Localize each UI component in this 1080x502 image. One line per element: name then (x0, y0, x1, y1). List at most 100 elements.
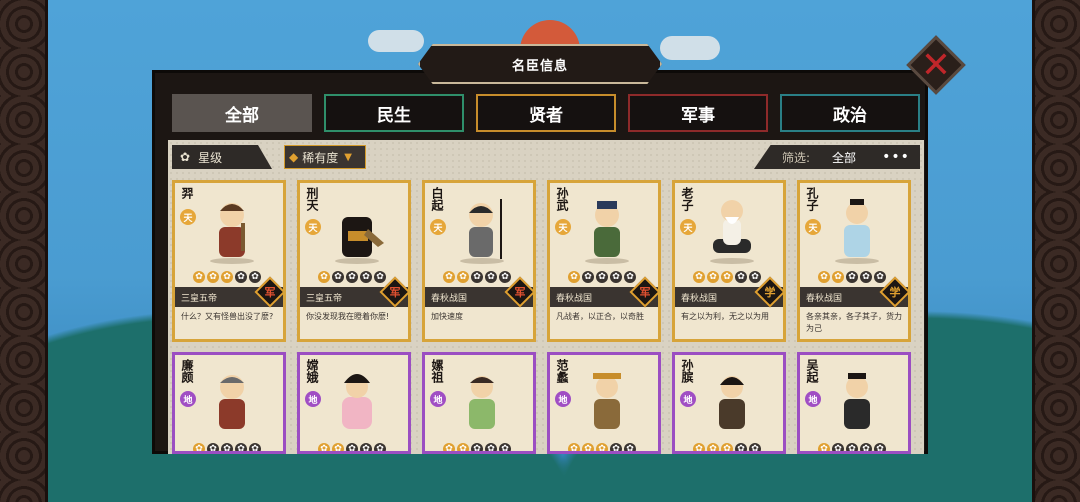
type-label: 军 (514, 286, 526, 299)
card-name: 嫘祖 (430, 359, 444, 383)
star-icon: ✿ (457, 271, 469, 283)
portrait-image (710, 200, 754, 264)
minister-card[interactable]: 羿 天 ✿ ✿ ✿ ✿ ✿ 三皇五帝 军 什么？又有怪兽出没了麽? (172, 180, 286, 342)
tab-all[interactable]: 全部 (172, 94, 312, 132)
card-name: 嫦娥 (305, 359, 319, 383)
star-icon: ✿ (624, 271, 636, 283)
star-icon: ✿ (360, 443, 372, 451)
star-icon: ✿ (582, 271, 594, 283)
filter-label: 筛选: (782, 150, 811, 165)
rank-badge: 地 (305, 391, 321, 407)
star-rating: ✿ ✿ ✿ ✿ ✿ (443, 271, 511, 283)
portrait-image (210, 203, 254, 264)
star-icon: ✿ (443, 271, 455, 283)
star-icon: ✿ (721, 443, 733, 451)
star-sort-label: 星级 (198, 150, 223, 165)
page-title: 名臣信息 (418, 44, 662, 84)
star-icon: ✿ (374, 271, 386, 283)
star-icon: ✿ (749, 271, 761, 283)
minister-card[interactable]: 老子 天 ✿ ✿ ✿ ✿ ✿ 春秋战国 学 有之以为利，无之以为用 (672, 180, 786, 342)
card-quote: 凡战者，以正合，以奇胜 (556, 312, 644, 321)
star-icon: ✿ (874, 271, 886, 283)
rank-badge: 天 (555, 219, 571, 235)
card-quote: 各亲其亲，各子其子，货力为己 (806, 312, 902, 333)
star-icon: ✿ (860, 443, 872, 451)
card-name: 廉颇 (180, 359, 194, 383)
star-icon: ✿ (318, 271, 330, 283)
left-border-pattern (0, 0, 48, 502)
star-icon: ✿ (499, 443, 511, 451)
star-icon: ✿ (499, 271, 511, 283)
filter-value: 全部 (832, 150, 857, 165)
star-icon: ✿ (707, 443, 719, 451)
rank-badge: 天 (430, 219, 446, 235)
star-icon: ✿ (485, 443, 497, 451)
star-rating: ✿ ✿ ✿ ✿ ✿ (818, 271, 886, 283)
star-rating: ✿ ✿ ✿ ✿ ✿ (693, 443, 761, 451)
rarity-sort-button[interactable]: ◆ 稀有度 ▼ (284, 145, 366, 169)
tab-politics[interactable]: 政治 (780, 94, 920, 132)
portrait-image (469, 376, 495, 429)
star-icon: ✿ (596, 443, 608, 451)
tab-sages[interactable]: 贤者 (476, 94, 616, 132)
rank-badge: 天 (180, 209, 196, 225)
star-icon: ✿ (846, 271, 858, 283)
star-rating: ✿ ✿ ✿ ✿ ✿ (318, 271, 386, 283)
tab-military[interactable]: 军事 (628, 94, 768, 132)
star-rating: ✿ ✿ ✿ ✿ ✿ (568, 271, 636, 283)
type-label: 军 (264, 286, 276, 299)
portrait-image (342, 374, 372, 429)
star-icon: ✿ (221, 443, 233, 451)
star-icon: ✿ (235, 443, 247, 451)
star-sort-button[interactable]: ✿ 星级 (172, 145, 272, 169)
star-icon: ✿ (360, 271, 372, 283)
minister-card[interactable]: 嫦娥 地 ✿ ✿ ✿ ✿ ✿ (297, 352, 411, 454)
star-icon: ✿ (818, 443, 830, 451)
star-icon: ✿ (332, 271, 344, 283)
minister-card[interactable]: 孙膑 地 ✿ ✿ ✿ ✿ ✿ (672, 352, 786, 454)
minister-card[interactable]: 廉颇 地 ✿ ✿ ✿ ✿ ✿ (172, 352, 286, 454)
type-label: 军 (639, 286, 651, 299)
star-icon: ✿ (568, 443, 580, 451)
star-icon: ✿ (693, 443, 705, 451)
portrait-image (719, 376, 745, 429)
minister-card[interactable]: 刑天 天 ✿ ✿ ✿ ✿ ✿ 三皇五帝 军 你没发现我在瞪着你麽! (297, 180, 411, 342)
portrait-image (585, 201, 629, 264)
more-icon[interactable]: ••• (882, 149, 910, 165)
minister-card[interactable]: 吴起 地 ✿ ✿ ✿ ✿ ✿ (797, 352, 911, 454)
star-icon: ✿ (207, 271, 219, 283)
star-icon: ✿ (846, 443, 858, 451)
star-icon: ✿ (874, 443, 886, 451)
card-name: 羿 (180, 187, 194, 199)
star-icon: ✿ (180, 150, 191, 164)
portrait-image (844, 373, 870, 429)
filter-bar: ✿ 星级 ◆ 稀有度 ▼ 筛选: 全部 ••• (168, 145, 924, 169)
minister-card[interactable]: 孔子 天 ✿ ✿ ✿ ✿ ✿ 春秋战国 学 各亲其亲，各子其子，货力为己 (797, 180, 911, 342)
star-icon: ✿ (193, 271, 205, 283)
star-rating: ✿ ✿ ✿ ✿ ✿ (818, 443, 886, 451)
card-quote: 加快速度 (431, 312, 463, 321)
cloud-decoration (368, 30, 424, 52)
star-icon: ✿ (471, 271, 483, 283)
right-border-pattern (1032, 0, 1080, 502)
category-tabs: 全部 民生 贤者 军事 政治 (172, 94, 920, 132)
card-name: 老子 (680, 187, 694, 211)
star-icon: ✿ (318, 443, 330, 451)
minister-card[interactable]: 白起 天 ✿ ✿ ✿ ✿ ✿ 春秋战国 军 加快速度 (422, 180, 536, 342)
minister-card[interactable]: 范蠡 地 ✿ ✿ ✿ ✿ ✿ (547, 352, 661, 454)
star-icon: ✿ (443, 443, 455, 451)
star-icon: ✿ (818, 271, 830, 283)
portrait-image (219, 375, 245, 429)
star-icon: ✿ (249, 443, 261, 451)
filter-dropdown[interactable]: 筛选: 全部 ••• (754, 145, 920, 169)
star-icon: ✿ (610, 443, 622, 451)
cloud-decoration (660, 36, 720, 60)
minister-card[interactable]: 孙武 天 ✿ ✿ ✿ ✿ ✿ 春秋战国 军 凡战者，以正合，以奇胜 (547, 180, 661, 342)
tab-livelihood[interactable]: 民生 (324, 94, 464, 132)
minister-card[interactable]: 嫘祖 地 ✿ ✿ ✿ ✿ ✿ (422, 352, 536, 454)
rank-badge: 天 (305, 219, 321, 235)
star-icon: ✿ (485, 271, 497, 283)
star-icon: ✿ (346, 271, 358, 283)
caret-down-icon: ▼ (344, 151, 352, 163)
close-button[interactable]: ✕ (906, 35, 966, 95)
